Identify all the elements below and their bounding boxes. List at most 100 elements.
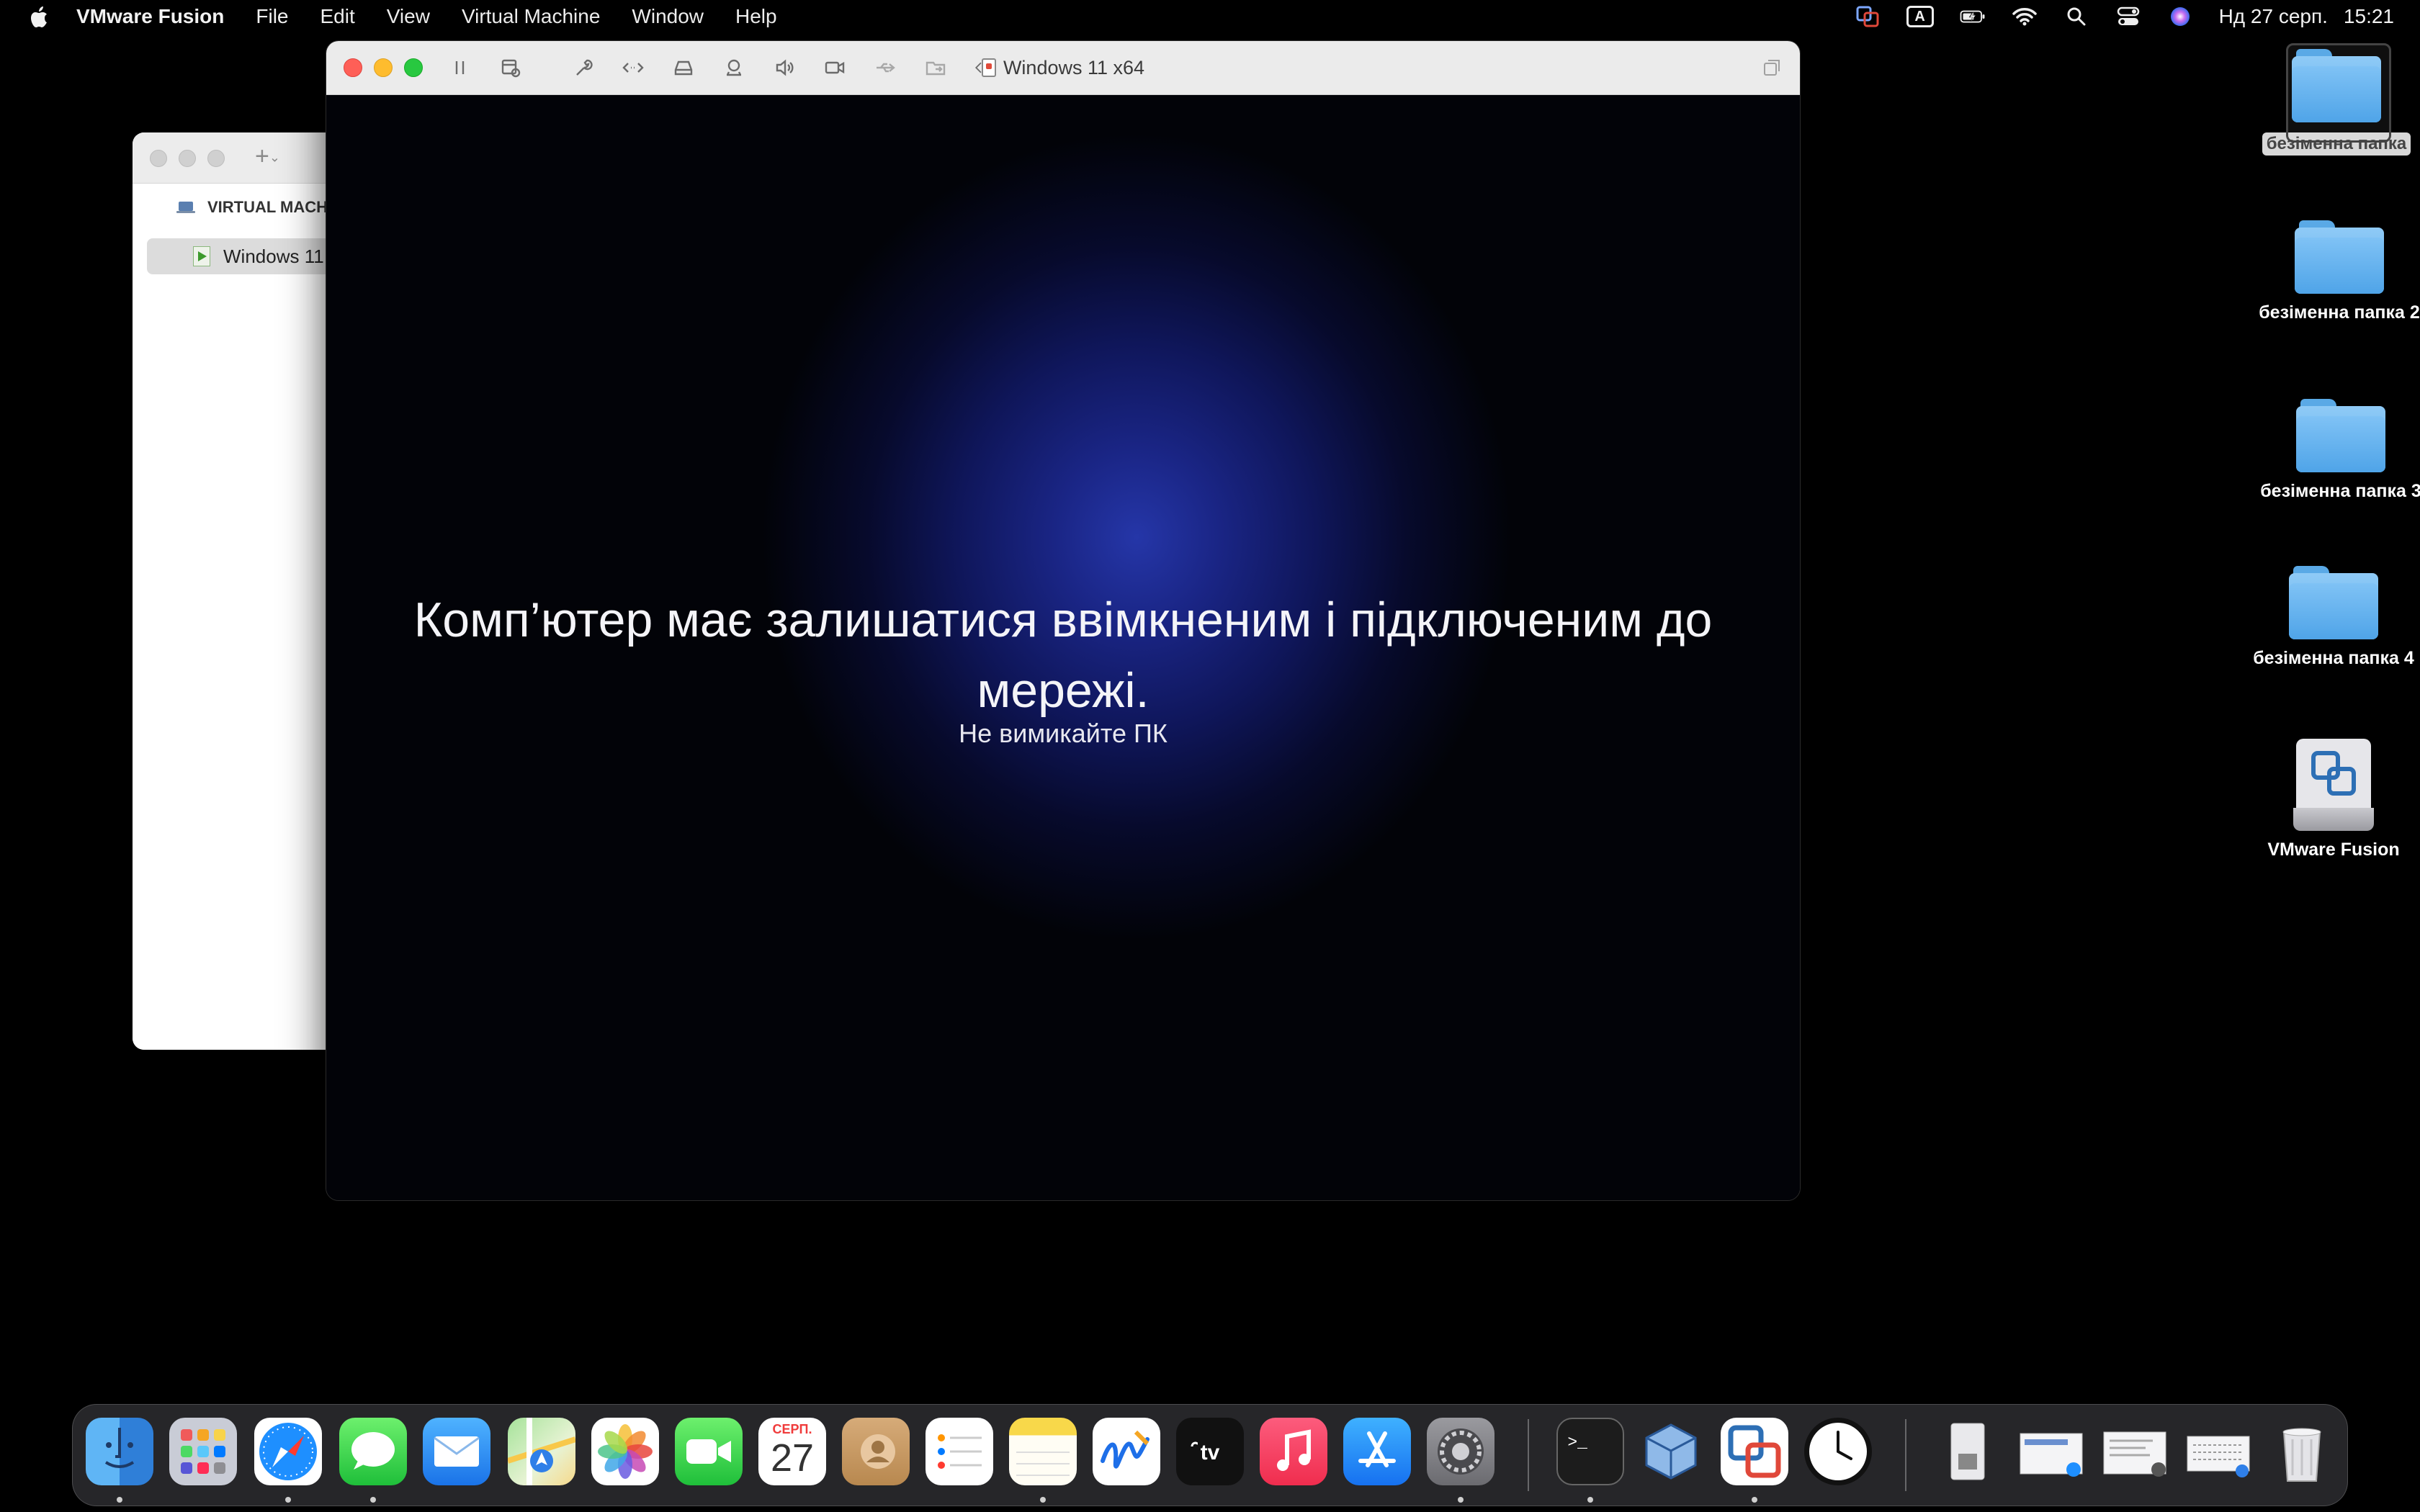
dock-music-icon[interactable] [1260,1418,1327,1485]
vmware-drive-icon [2293,739,2374,831]
menu-view[interactable]: View [387,5,430,28]
menu-virtual-machine[interactable]: Virtual Machine [462,5,600,28]
shared-folder-icon [926,61,946,76]
vm-library-window: +⌄ VIRTUAL MACH Windows 11 [133,132,349,1050]
library-titlebar: +⌄ [133,132,349,184]
menu-file[interactable]: File [256,5,288,28]
desktop-folder-3[interactable]: безіменна папка 3 [2254,399,2420,503]
usb-icon [877,63,895,73]
desktop-folder-label: безіменна папка 2 [2259,302,2420,323]
snapshot-button[interactable] [495,52,526,84]
printer-button[interactable] [718,52,750,84]
vm-titlebar: Windows 11 x64 [326,41,1800,95]
dock-safari-icon[interactable] [254,1418,322,1485]
guest-screen[interactable]: Комп’ютер має залишатися ввімкненим і пі… [326,95,1800,1200]
dock-freeform-icon[interactable] [1093,1418,1160,1485]
hard-disk-icon [674,60,693,76]
virtual-machines-group[interactable]: VIRTUAL MACH [176,198,328,217]
dock-trash-icon[interactable] [2268,1418,2336,1485]
sidebar-item-windows-11[interactable]: Windows 11 [147,238,349,274]
dock-reminders-icon[interactable] [926,1418,993,1485]
pause-icon [455,61,465,74]
desktop-folder-4[interactable]: безіменна папка 4 [2247,566,2420,670]
chevron-left-icon [974,62,982,73]
window-title-text: Windows 11 x64 [1003,56,1145,78]
dock-app-store-icon[interactable] [1343,1418,1411,1485]
svg-text:>_: >_ [1567,1433,1587,1452]
folder-icon [2296,399,2385,472]
sound-button[interactable] [768,52,800,84]
virtual-machines-label: VIRTUAL MACH [207,198,328,216]
dock-messages-icon[interactable] [339,1418,407,1485]
dock-notes-icon[interactable] [1009,1418,1077,1485]
svg-text:tv: tv [1201,1441,1220,1464]
fullscreen-icon[interactable] [1762,58,1781,77]
dock-terminal-icon[interactable]: >_ [1556,1418,1624,1485]
wrench-icon [576,59,593,76]
folder-icon [2289,566,2378,639]
dock-facetime-icon[interactable] [675,1418,743,1485]
collapse-toolbar-button[interactable] [970,52,987,84]
dock-vmware-fusion-icon[interactable] [1721,1418,1788,1485]
dock-mail-icon[interactable] [423,1418,490,1485]
update-submessage: Не вимикайте ПК [959,719,1168,748]
dock-clock-icon[interactable] [1804,1418,1872,1485]
dock-tv-icon[interactable]: tv [1176,1418,1244,1485]
suspend-button[interactable] [444,52,476,84]
vmware-status-icon[interactable] [1855,5,1881,28]
dock-maps-icon[interactable] [508,1418,575,1485]
dock-finder-icon[interactable] [86,1418,153,1485]
dock-document-thumbnail-icon[interactable] [2101,1418,2169,1485]
desktop-drive-label: VMware Fusion [2267,840,2400,860]
camera-button[interactable] [819,52,851,84]
usb-button[interactable] [869,52,901,84]
vm-window: Windows 11 x64 Комп’ютер має залишатися … [326,40,1801,1201]
menubar-time[interactable]: 15:21 [2344,5,2394,28]
dock-screenshot-thumbnail-icon[interactable] [2017,1418,2085,1485]
menu-edit[interactable]: Edit [321,5,355,28]
dock-photos-icon[interactable] [591,1418,659,1485]
menu-app-name[interactable]: VMware Fusion [76,5,224,28]
library-sidebar: VIRTUAL MACH Windows 11 [133,184,349,1050]
spotlight-search-icon[interactable] [2063,5,2089,28]
shared-folders-button[interactable] [920,52,951,84]
printer-icon [726,59,742,76]
desktop-folder-1[interactable]: безіменна папка [2250,43,2420,156]
desktop-folder-2[interactable]: безіменна папка 2 [2253,220,2420,324]
apple-logo-icon[interactable] [27,4,52,30]
dock-launchpad-icon[interactable] [169,1418,237,1485]
dock-calendar-icon[interactable]: СЕРП. 27 [758,1418,826,1485]
input-source-icon[interactable]: A [1906,6,1934,27]
network-arrows-icon [622,63,644,73]
wifi-icon[interactable] [2012,5,2038,28]
siri-icon[interactable] [2167,5,2193,28]
network-button[interactable] [617,52,649,84]
control-center-icon[interactable] [2115,5,2141,28]
snapshot-icon [501,59,521,78]
desktop-folder-label: безіменна папка 4 [2253,648,2414,668]
settings-button[interactable] [567,52,599,84]
menu-bar: VMware Fusion File Edit View Virtual Mac… [0,0,2420,33]
library-zoom-button[interactable] [207,150,225,167]
menubar-date[interactable]: Нд 27 серп. [2219,5,2328,28]
menu-window[interactable]: Window [632,5,704,28]
sidebar-item-label: Windows 11 [223,245,324,267]
vm-toolbar [444,41,1006,94]
add-vm-icon[interactable]: +⌄ [255,143,280,171]
hard-disk-button[interactable] [668,52,699,84]
update-message: Комп’ютер має залишатися ввімкненим і пі… [413,593,1713,718]
calendar-month: СЕРП. [772,1422,812,1436]
folder-icon [2286,43,2391,143]
speaker-icon [776,59,794,76]
desktop-vmware-fusion-drive[interactable]: VMware Fusion [2247,739,2420,861]
dock-window-thumbnail-icon[interactable] [2184,1418,2252,1485]
dock-downloads-stack-icon[interactable] [1934,1418,2002,1485]
dock-contacts-icon[interactable] [842,1418,910,1485]
library-close-button[interactable] [150,150,167,167]
dock-virtualbox-icon[interactable] [1637,1418,1705,1485]
battery-icon[interactable] [1960,5,1986,28]
library-minimize-button[interactable] [179,150,196,167]
calendar-day: 27 [770,1436,815,1480]
menu-help[interactable]: Help [735,5,777,28]
dock-system-settings-icon[interactable] [1427,1418,1494,1485]
